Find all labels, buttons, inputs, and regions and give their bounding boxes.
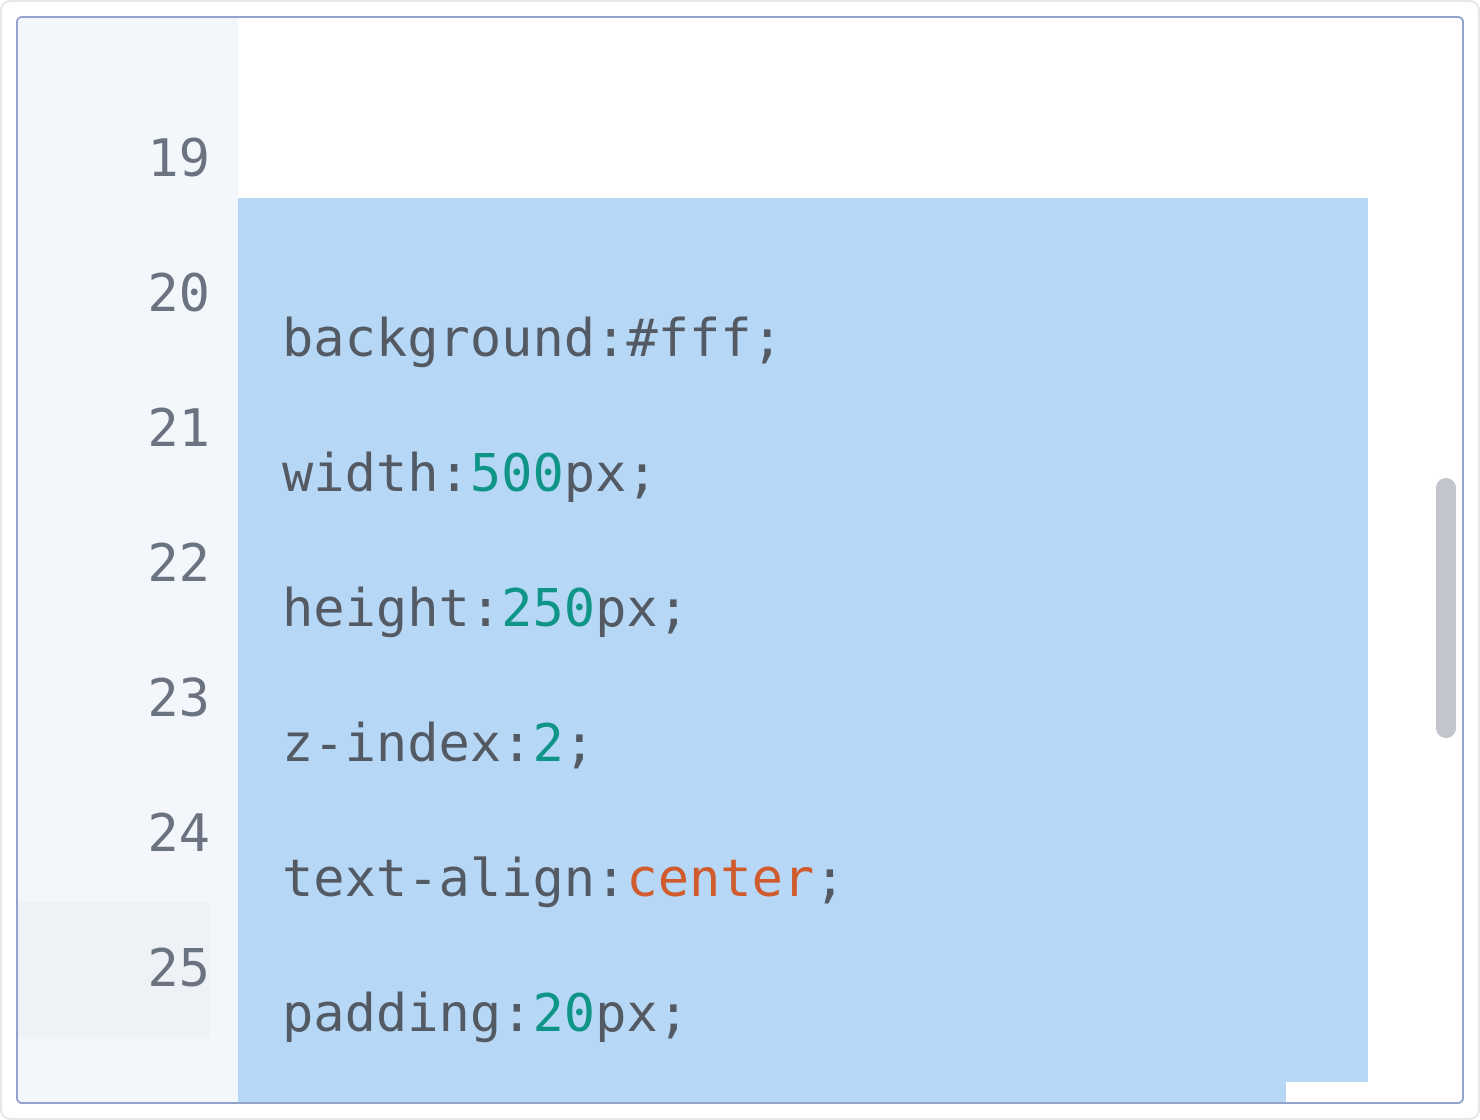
token: ; (658, 984, 689, 1044)
token: background (282, 309, 595, 369)
line-number: 21 (18, 362, 210, 497)
line-number: 19 (18, 92, 210, 227)
token: : (439, 444, 470, 504)
line-number: 20 (18, 227, 210, 362)
code-line[interactable]: height:250px; (238, 542, 1462, 677)
token: text-align (282, 849, 595, 909)
token: px (595, 984, 658, 1044)
code-text: height:250px; (238, 579, 689, 639)
token: px (595, 579, 658, 639)
code-line[interactable]: background:#fff; (238, 272, 1462, 407)
token: 500 (470, 444, 564, 504)
token: ; (658, 579, 689, 639)
code-line[interactable]: width:500px; (238, 407, 1462, 542)
line-number: 25 (18, 902, 210, 1037)
line-number: 23 (18, 632, 210, 767)
token: : (501, 714, 532, 774)
code-line[interactable]: text-align:center; (238, 812, 1462, 947)
code-text: width:500px; (238, 444, 658, 504)
token: z-index (282, 714, 501, 774)
code-editor[interactable]: 18 19 20 21 22 23 24 25 transform:translate(-50… (16, 16, 1464, 1104)
line-number: 18 (18, 18, 210, 92)
line-number-text: 25 (147, 939, 210, 999)
scrollbar-track[interactable] (1434, 18, 1456, 1102)
line-number: 24 (18, 767, 210, 902)
code-line[interactable]: padding:20px; (238, 947, 1462, 1082)
line-number-text: 23 (147, 669, 210, 729)
token: : (501, 984, 532, 1044)
code-text: z-index:2; (238, 714, 595, 774)
code-line[interactable]: z-index:2; (238, 677, 1462, 812)
line-number-text: 22 (147, 534, 210, 594)
line-number-text: 24 (147, 804, 210, 864)
code-text: background:#fff; (238, 309, 783, 369)
token: width (282, 444, 439, 504)
token: px (564, 444, 627, 504)
selection-highlight (238, 198, 1368, 272)
code-line[interactable]: transform:translate(-50% (238, 198, 1462, 272)
token: #fff (626, 309, 751, 369)
code-line[interactable]: box-sizing:border-box; (238, 1082, 1462, 1104)
token: : (595, 849, 626, 909)
line-number-text: 20 (147, 264, 210, 324)
token: height (282, 579, 470, 639)
token: : (470, 579, 501, 639)
line-number: 22 (18, 497, 210, 632)
token: 250 (501, 579, 595, 639)
token: ; (626, 444, 657, 504)
window-frame: 18 19 20 21 22 23 24 25 transform:translate(-50… (0, 0, 1480, 1120)
token: 2 (532, 714, 563, 774)
selection-highlight (238, 1082, 1286, 1104)
code-text: text-align:center; (238, 849, 846, 909)
code-text: padding:20px; (238, 984, 689, 1044)
line-number-gutter: 18 19 20 21 22 23 24 25 (18, 18, 238, 1102)
line-number-text: 21 (147, 399, 210, 459)
token: padding (282, 984, 501, 1044)
token: center (626, 849, 814, 909)
code-area[interactable]: transform:translate(-50%background:#fff;… (238, 18, 1462, 1102)
scrollbar-thumb[interactable] (1436, 478, 1456, 738)
token: ; (752, 309, 783, 369)
token: ; (814, 849, 845, 909)
token: : (595, 309, 626, 369)
line-number-text: 19 (147, 129, 210, 189)
token: ; (564, 714, 595, 774)
token: 20 (532, 984, 595, 1044)
